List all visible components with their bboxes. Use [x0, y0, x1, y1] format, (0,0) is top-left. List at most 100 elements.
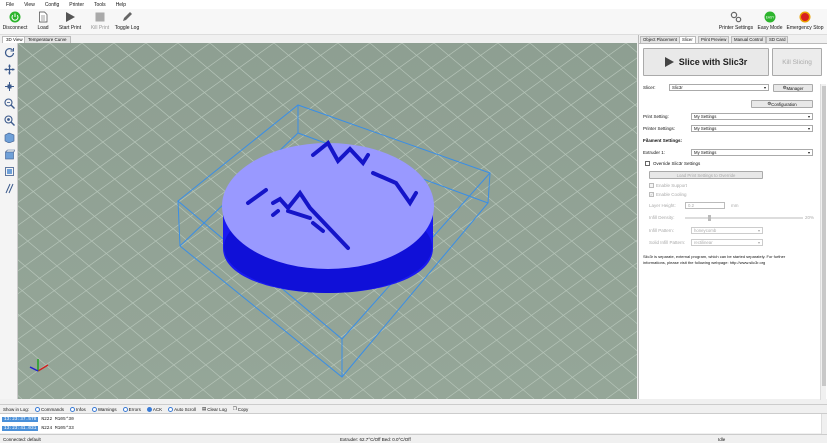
- filament-heading: Filament Settings:: [643, 138, 683, 143]
- menu-config[interactable]: Config: [45, 2, 59, 8]
- tab-sd-card[interactable]: SD Card: [766, 36, 789, 43]
- status-bar: Connected: default Extruder: 62.7°C/Off …: [0, 434, 827, 443]
- extruder-label: Extruder 1:: [643, 150, 666, 155]
- slicer-select[interactable]: Slic3r: [669, 84, 769, 91]
- infill-density-slider[interactable]: [685, 215, 803, 221]
- enable-support-label: Enable Support: [656, 183, 688, 188]
- tab-slicer[interactable]: Slicer: [679, 36, 696, 43]
- top-view-icon[interactable]: [4, 166, 15, 177]
- tab-object-placement[interactable]: Object Placement: [640, 36, 680, 43]
- rotate-icon[interactable]: [4, 47, 15, 58]
- parallel-projection-icon[interactable]: [4, 183, 15, 194]
- configuration-button[interactable]: ⚙ Configuration: [751, 100, 813, 108]
- log-line: 13:23:41.031 N224 M105*33: [2, 424, 74, 432]
- slic3r-info-line-1: Slic3r is separate, external program, wh…: [643, 254, 786, 259]
- power-icon: [9, 11, 21, 23]
- panel-scrollbar[interactable]: [820, 84, 826, 400]
- infill-pattern-select[interactable]: honeycomb: [691, 227, 763, 234]
- log-filter-bar: Show in Log: Commands Infos Warnings Err…: [0, 404, 827, 413]
- 3d-scene[interactable]: [18, 43, 637, 399]
- front-view-icon[interactable]: [4, 149, 15, 160]
- print-setting-select[interactable]: My Settings: [691, 113, 813, 120]
- scrollbar-thumb[interactable]: [822, 86, 826, 386]
- copy-button[interactable]: ❐ Copy: [233, 406, 249, 412]
- easy-mode-button[interactable]: EASY Easy Mode: [753, 11, 787, 31]
- filter-commands[interactable]: Commands: [35, 406, 64, 412]
- auto-scroll-toggle[interactable]: Auto Scroll: [168, 406, 196, 412]
- play-icon: [664, 57, 674, 67]
- slic3r-info-line-2: informations, please visit the following…: [643, 260, 766, 265]
- tab-3d-view[interactable]: 3D View: [2, 36, 27, 43]
- filter-ack[interactable]: ACK: [146, 406, 162, 412]
- filter-infos[interactable]: Infos: [70, 406, 86, 412]
- kill-slicing-button[interactable]: Kill Slicing: [772, 48, 822, 76]
- tab-manual-control[interactable]: Manual Control: [731, 36, 767, 43]
- emergency-stop-button[interactable]: Emergency Stop: [787, 11, 823, 31]
- view-tabs: 3D View Temperature Curve: [0, 35, 637, 43]
- toggle-log-button[interactable]: Toggle Log: [110, 11, 144, 31]
- menu-file[interactable]: File: [6, 2, 14, 8]
- gears-icon: [730, 11, 742, 23]
- infill-density-label: Infill Density:: [649, 215, 675, 220]
- infill-density-value: 20%: [805, 215, 815, 220]
- 3d-viewport[interactable]: [18, 43, 637, 399]
- printer-settings-select[interactable]: My Settings: [691, 125, 813, 132]
- copy-icon: ❐: [232, 406, 237, 411]
- enable-cooling-checkbox[interactable]: ✓: [649, 192, 654, 197]
- slicer-panel: Slice with Slic3r Kill Slicing Slicer: S…: [639, 43, 827, 400]
- layer-height-label: Layer Height:: [649, 203, 676, 208]
- menu-tools[interactable]: Tools: [94, 2, 106, 8]
- menu-printer[interactable]: Printer: [69, 2, 84, 8]
- menu-help[interactable]: Help: [116, 2, 126, 8]
- ack-toggle[interactable]: [146, 406, 152, 412]
- show-in-log-label: Show in Log:: [3, 406, 30, 412]
- menu-view[interactable]: View: [24, 2, 35, 8]
- printer-settings-label: Printer Settings:: [643, 126, 676, 131]
- load-print-settings-button[interactable]: Load Print Settings to Override: [649, 171, 763, 179]
- enable-support-checkbox[interactable]: [649, 183, 654, 188]
- layer-height-input[interactable]: 0.2: [685, 202, 725, 209]
- play-icon: [66, 12, 75, 22]
- filter-warnings[interactable]: Warnings: [91, 406, 117, 412]
- tab-print-preview[interactable]: Print Preview: [698, 36, 730, 43]
- infill-density-slider-thumb[interactable]: [708, 215, 711, 221]
- infill-pattern-label: Infill Pattern:: [649, 228, 675, 233]
- commands-toggle[interactable]: [35, 406, 41, 412]
- isometric-view-icon[interactable]: [4, 132, 15, 143]
- zoom-icon[interactable]: [4, 98, 15, 109]
- warnings-toggle[interactable]: [91, 406, 97, 412]
- document-icon: [39, 11, 48, 23]
- auto-scroll-radio[interactable]: [168, 406, 174, 412]
- override-label: Override Slic3r Settings: [653, 161, 701, 166]
- filter-errors[interactable]: Errors: [122, 406, 141, 412]
- extruder-select[interactable]: My Settings: [691, 149, 813, 156]
- log-scrollbar[interactable]: [821, 414, 827, 434]
- infos-toggle[interactable]: [70, 406, 76, 412]
- solid-infill-select[interactable]: rectilinear: [691, 239, 763, 246]
- start-print-button[interactable]: Start Print: [53, 11, 87, 31]
- slice-with-slic3r-button[interactable]: Slice with Slic3r: [643, 48, 769, 76]
- move-object-icon[interactable]: [4, 81, 15, 92]
- printer-settings-button[interactable]: Printer Settings: [719, 11, 753, 31]
- trash-icon: ▤: [201, 406, 207, 411]
- manager-button[interactable]: ⚙ Manager: [773, 84, 813, 92]
- clear-log-button[interactable]: ▤ Clear Log: [202, 406, 227, 412]
- connection-status: Connected: default: [3, 437, 41, 442]
- stop-icon: [95, 12, 105, 22]
- temperature-status: Extruder: 62.7°C/Off Bed: 0.0°C/Off: [340, 437, 411, 442]
- pencil-icon: [123, 12, 132, 21]
- log-timestamp: 13:23:37.578: [2, 416, 39, 422]
- move-icon[interactable]: [4, 64, 15, 75]
- errors-toggle[interactable]: [122, 406, 128, 412]
- tab-temperature-curve[interactable]: Temperature Curve: [24, 36, 71, 43]
- toolbar: Disconnect Load Start Print Kill Print T…: [0, 9, 827, 35]
- slicer-label: Slicer:: [643, 85, 656, 90]
- easy-badge-icon: EASY: [764, 11, 776, 23]
- override-checkbox[interactable]: [645, 161, 650, 166]
- log-area[interactable]: 13:23:37.578 N222 M105*30 13:23:41.031 N…: [0, 413, 827, 434]
- zoom-fit-icon[interactable]: [4, 115, 15, 126]
- log-text: N222 M105*30: [41, 416, 74, 422]
- log-text: N224 M105*33: [41, 425, 74, 431]
- model-object[interactable]: [222, 139, 434, 293]
- log-line: 13:23:37.578 N222 M105*30: [2, 415, 74, 423]
